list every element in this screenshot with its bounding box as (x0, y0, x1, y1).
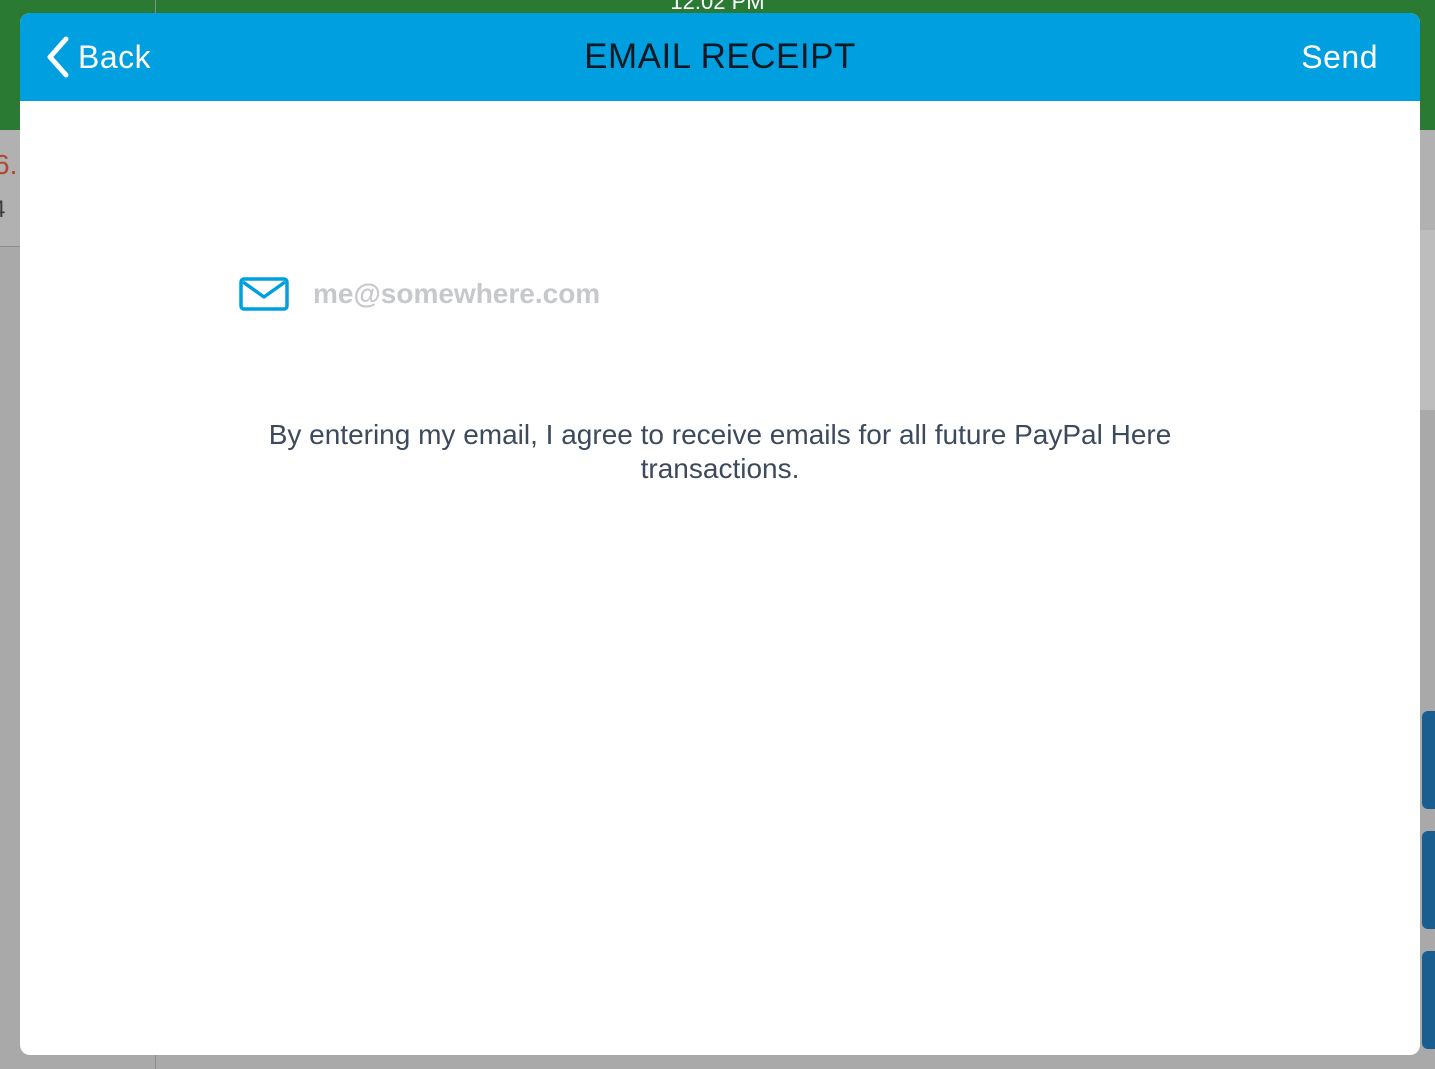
chevron-left-icon (44, 35, 70, 79)
mail-icon (239, 277, 289, 311)
send-button[interactable]: Send (1301, 35, 1378, 79)
email-receipt-modal: Back EMAIL RECEIPT Send By entering my e… (20, 13, 1420, 1055)
status-bar-time: 12:02 PM (670, 0, 765, 14)
consent-text: By entering my email, I agree to receive… (268, 419, 1172, 484)
background-right-panel (1420, 230, 1435, 410)
background-left-item (0, 130, 20, 247)
background-right-button (1422, 831, 1435, 929)
page-title: EMAIL RECEIPT (584, 37, 856, 76)
email-row (239, 273, 1013, 315)
back-button-label: Back (78, 39, 152, 75)
background-left-price: 6. (0, 149, 18, 180)
background-right-strip (1420, 130, 1435, 230)
email-input[interactable] (313, 278, 1013, 310)
modal-header: Back EMAIL RECEIPT Send (20, 13, 1420, 101)
background-right-button (1422, 951, 1435, 1049)
background-right-button (1422, 711, 1435, 809)
back-button[interactable]: Back (44, 35, 151, 79)
background-left-subtext: 4 (0, 197, 5, 223)
